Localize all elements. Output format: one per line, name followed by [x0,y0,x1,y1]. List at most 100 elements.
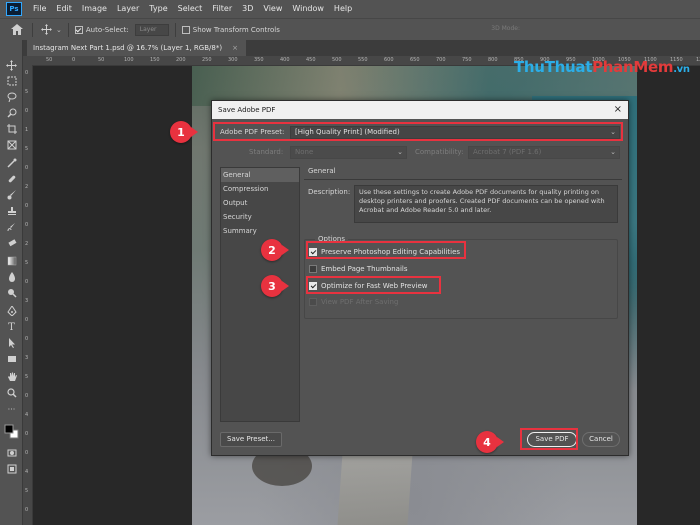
dialog-title: Save Adobe PDF [212,101,628,119]
menu-view[interactable]: View [258,0,287,18]
ruler-tick-label: 0 [25,70,29,76]
ruler-tick-label: 600 [384,57,394,63]
crop-tool-icon[interactable] [4,122,19,136]
ruler-tick-label: 0 [72,57,76,63]
checkbox-disabled [309,298,317,306]
pen-tool-icon[interactable] [4,304,19,318]
menu-bar: Ps File Edit Image Layer Type Select Fil… [0,0,700,18]
save-preset-button[interactable]: Save Preset... [220,432,282,447]
show-transform-controls-checkbox[interactable] [181,25,190,34]
dodge-tool-icon[interactable] [4,286,19,300]
cancel-button[interactable]: Cancel [582,432,620,447]
brush-tool-icon[interactable] [4,188,19,202]
menu-image[interactable]: Image [77,0,112,18]
ruler-tick-label: 5 [25,374,29,380]
ruler-tick-label: 550 [358,57,368,63]
hand-tool-icon[interactable] [4,370,19,384]
divider [67,22,69,37]
panel-title: General [308,167,336,175]
menu-layer[interactable]: Layer [112,0,144,18]
ruler-tick-label: 650 [410,57,420,63]
document-tab[interactable]: Instagram Next Part 1.psd @ 16.7% (Layer… [27,40,246,56]
auto-select-label: Auto-Select: [85,25,129,34]
annotation-arrow-icon [191,127,198,137]
ruler-tick-label: 0 [25,165,29,171]
section-compression[interactable]: Compression [221,182,299,196]
tool-preset-chevron-icon[interactable]: ⌄ [56,26,62,34]
3d-mode-label: 3D Mode: [491,25,520,32]
frame-tool-icon[interactable] [4,138,19,152]
quick-mask-icon[interactable] [4,446,19,460]
annotation-badge-1: 1 [170,121,192,143]
auto-select-checkbox[interactable] [74,25,83,34]
lasso-tool-icon[interactable] [4,90,19,104]
marquee-tool-icon[interactable] [4,74,19,88]
healing-brush-tool-icon[interactable] [4,172,19,186]
annotation-arrow-icon [282,281,289,291]
ruler-tick-label: 0 [25,222,29,228]
type-tool-icon[interactable]: T [4,320,19,334]
chevron-down-icon: ⌄ [397,148,403,156]
gradient-tool-icon[interactable] [4,254,19,268]
path-selection-tool-icon[interactable] [4,336,19,350]
menu-window[interactable]: Window [287,0,329,18]
ruler-tick-label: 300 [228,57,238,63]
annotation-highlight-save-pdf [520,428,578,450]
ruler-tick-label: 450 [306,57,316,63]
more-tools-icon[interactable]: ··· [4,402,19,416]
menu-edit[interactable]: Edit [51,0,77,18]
compatibility-value: Acrobat 7 (PDF 1.6) [473,148,542,156]
screen-mode-icon[interactable] [4,462,19,476]
home-icon[interactable] [8,21,26,39]
option-embed-thumbnails[interactable]: Embed Page Thumbnails [309,265,408,273]
ruler-tick-label: 200 [176,57,186,63]
menu-help[interactable]: Help [329,0,357,18]
general-panel: General Description: Use these settings … [304,167,622,422]
close-tab-icon[interactable]: × [232,40,238,56]
ruler-tick-label: 250 [202,57,212,63]
section-general[interactable]: General [221,168,299,182]
auto-select-target-dropdown[interactable]: Layer [134,23,169,36]
menu-3d[interactable]: 3D [237,0,258,18]
move-tool-icon[interactable] [4,58,19,72]
section-output[interactable]: Output [221,196,299,210]
move-tool-icon[interactable] [39,23,53,37]
ruler-tick-label: 0 [25,336,29,342]
divider [174,22,176,37]
menu-select[interactable]: Select [173,0,208,18]
ruler-tick-label: 4 [25,412,29,418]
menu-type[interactable]: Type [144,0,172,18]
annotation-arrow-icon [497,437,504,447]
color-swatches-icon[interactable] [4,420,19,442]
document-tab-bar: Instagram Next Part 1.psd @ 16.7% (Layer… [23,40,700,56]
menu-file[interactable]: File [28,0,51,18]
option-label: View PDF After Saving [321,298,399,306]
section-summary[interactable]: Summary [221,224,299,238]
ruler-tick-label: 5 [25,89,29,95]
close-icon[interactable]: × [614,101,622,119]
ruler-tick-label: 5 [25,488,29,494]
zoom-tool-icon[interactable] [4,386,19,400]
checkbox-unchecked[interactable] [309,265,317,273]
annotation-arrow-icon [282,245,289,255]
blur-tool-icon[interactable] [4,270,19,284]
eraser-tool-icon[interactable] [4,236,19,250]
menu-filter[interactable]: Filter [207,0,237,18]
quick-selection-tool-icon[interactable] [4,106,19,120]
eyedropper-tool-icon[interactable] [4,156,19,170]
options-bar: ⌄ Auto-Select: Layer Show Transform Cont… [0,18,700,40]
watermark-logo: ThuThuatPhanMem.vn [514,58,690,76]
clone-stamp-tool-icon[interactable] [4,204,19,218]
ruler-tick-label: 50 [46,57,53,63]
history-brush-tool-icon[interactable] [4,220,19,234]
annotation-highlight-web-preview [306,276,441,294]
rectangle-tool-icon[interactable] [4,352,19,366]
ruler-tick-label: 50 [98,57,105,63]
divider [304,179,622,180]
section-security[interactable]: Security [221,210,299,224]
ruler-tick-label: 0 [25,317,29,323]
annotation-badge-4: 4 [476,431,498,453]
divider [32,22,33,37]
watermark-part-2: PhanMem [592,58,674,76]
ruler-tick-label: 150 [150,57,160,63]
